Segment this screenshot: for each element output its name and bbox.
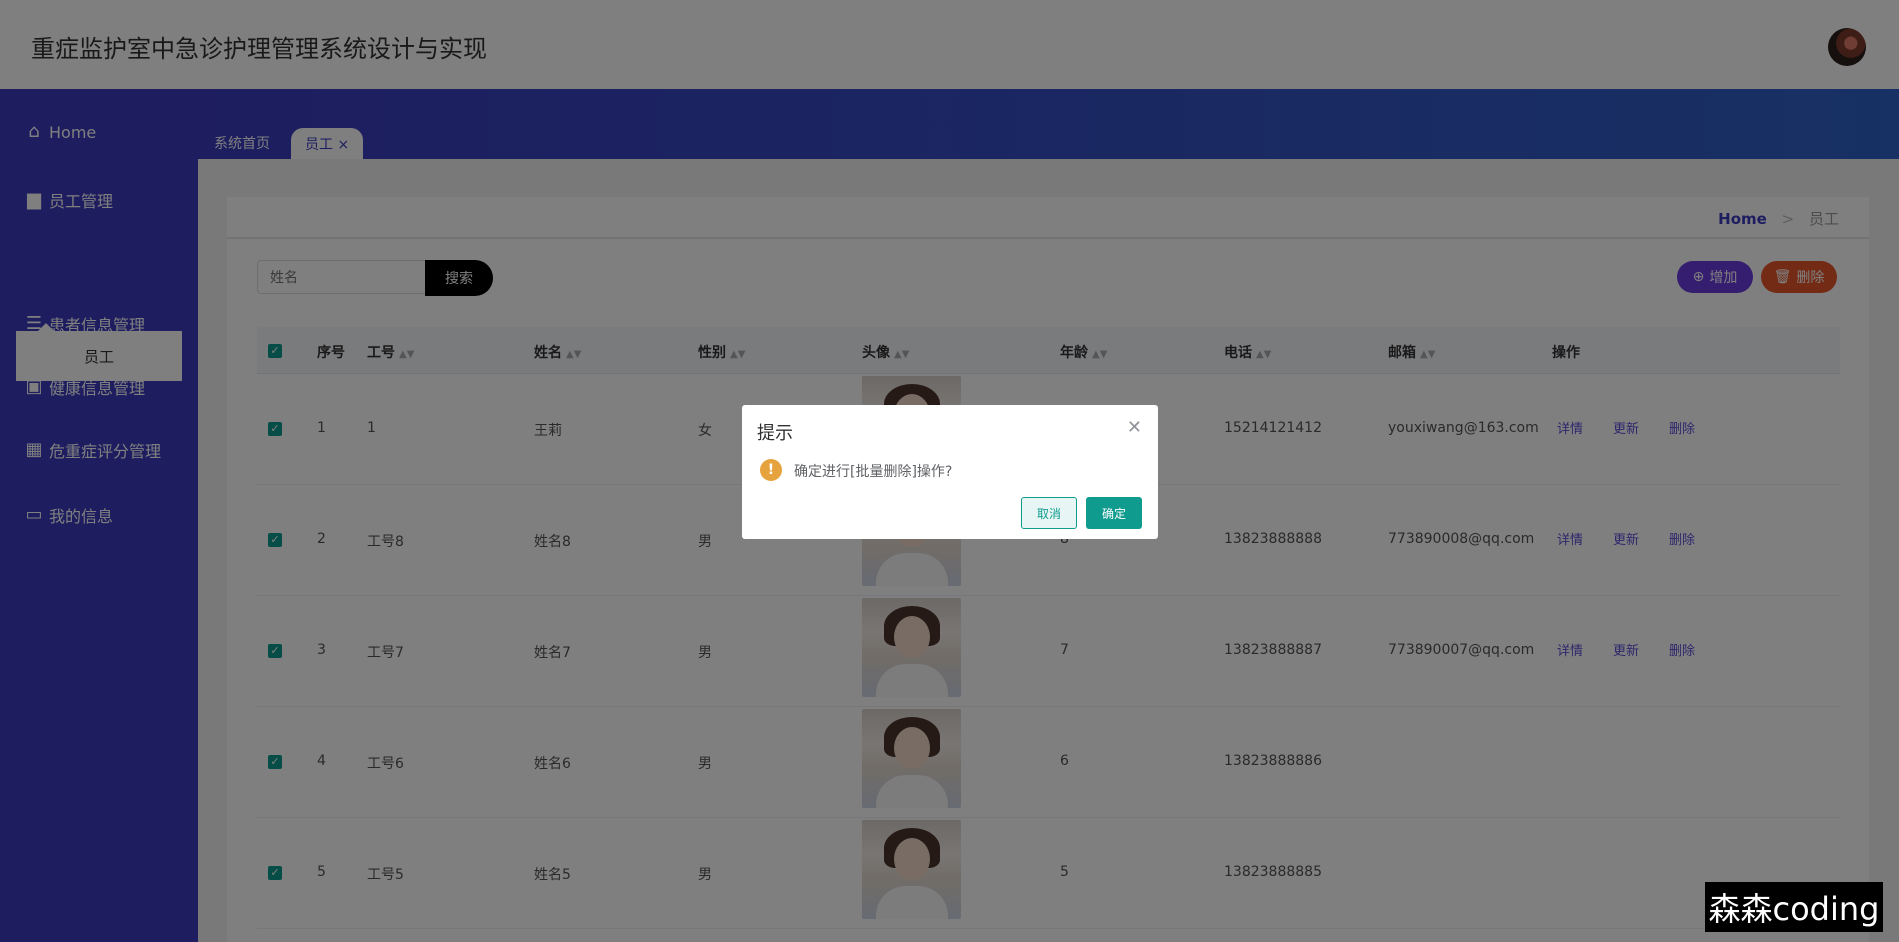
dialog-message: 确定进行[批量删除]操作? bbox=[794, 464, 953, 480]
warning-icon: ! bbox=[760, 459, 782, 481]
confirm-dialog: 提示 ✕ ! 确定进行[批量删除]操作? 取消 确定 bbox=[742, 405, 1158, 539]
watermark: 森森coding bbox=[1705, 882, 1883, 932]
confirm-button[interactable]: 确定 bbox=[1086, 497, 1142, 529]
cancel-button[interactable]: 取消 bbox=[1021, 497, 1077, 529]
close-icon[interactable]: ✕ bbox=[1127, 417, 1142, 438]
dialog-title: 提示 bbox=[757, 423, 793, 444]
